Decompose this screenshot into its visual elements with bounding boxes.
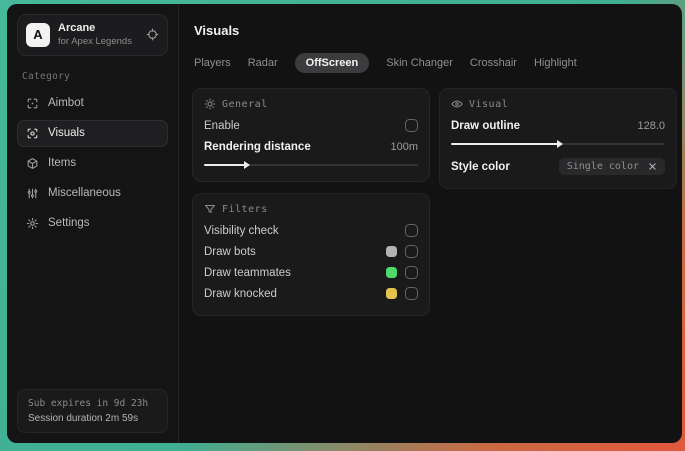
rendering-distance-value: 100m	[390, 140, 418, 153]
sidebar-item-label: Aimbot	[48, 97, 84, 110]
subscription-card: Sub expires in 9d 23h Session duration 2…	[17, 389, 168, 433]
draw-knocked-color-swatch[interactable]	[386, 288, 397, 299]
draw-outline-label: Draw outline	[451, 119, 521, 132]
rendering-distance-row: Rendering distance 100m	[204, 136, 418, 157]
sidebar-item-miscellaneous[interactable]: Miscellaneous	[17, 180, 168, 207]
draw-outline-row: Draw outline 128.0	[451, 115, 665, 136]
visibility-check-checkbox[interactable]	[405, 224, 418, 237]
visual-panel: Visual Draw outline 128.0 Style color Si…	[439, 88, 677, 189]
rendering-distance-slider[interactable]	[204, 160, 418, 170]
sidebar-nav: Aimbot Visuals Items Miscellaneous Setti…	[17, 90, 168, 237]
category-label: Category	[22, 70, 71, 82]
draw-knocked-checkbox[interactable]	[405, 287, 418, 300]
tab-players[interactable]: Players	[194, 53, 231, 73]
style-color-label: Style color	[451, 160, 510, 173]
rendering-distance-label: Rendering distance	[204, 140, 311, 153]
sun-icon	[204, 98, 216, 110]
crosshair-target-icon[interactable]	[146, 28, 159, 41]
sidebar-item-label: Settings	[48, 217, 90, 230]
general-panel-header: General	[204, 98, 418, 110]
tab-radar[interactable]: Radar	[248, 53, 278, 73]
style-color-dropdown[interactable]: Single color	[558, 158, 665, 175]
aimbot-scan-icon	[26, 97, 39, 110]
general-panel: General Enable Rendering distance 100m	[192, 88, 430, 182]
draw-bots-controls	[386, 245, 418, 258]
content-grid: General Enable Rendering distance 100m F…	[192, 88, 677, 316]
tab-offscreen[interactable]: OffScreen	[294, 53, 370, 73]
slider-thumb-arrow[interactable]	[557, 140, 563, 148]
draw-outline-value: 128.0	[637, 119, 665, 132]
eye-icon	[451, 98, 463, 110]
filters-panel-title: Filters	[222, 203, 268, 215]
sliders-icon	[26, 187, 39, 200]
draw-teammates-label: Draw teammates	[204, 266, 291, 279]
session-duration-text: Session duration 2m 59s	[28, 413, 139, 424]
page-title: Visuals	[194, 23, 240, 38]
draw-knocked-controls	[386, 287, 418, 300]
sub-expires-text: Sub expires in 9d 23h	[28, 398, 149, 409]
visibility-check-row: Visibility check	[204, 220, 418, 241]
logo-avatar: A	[26, 22, 50, 47]
slider-fill	[451, 140, 563, 148]
logo-text: Arcane for Apex Legends	[58, 22, 132, 48]
app-subtitle: for Apex Legends	[58, 35, 132, 47]
enable-label: Enable	[204, 119, 240, 132]
style-color-row: Style color Single color	[451, 156, 665, 177]
draw-knocked-label: Draw knocked	[204, 287, 277, 300]
draw-knocked-row: Draw knocked	[204, 283, 418, 304]
sidebar-item-visuals[interactable]: Visuals	[17, 119, 168, 147]
visual-panel-header: Visual	[451, 98, 665, 110]
visual-panel-title: Visual	[469, 98, 509, 110]
sidebar-item-label: Visuals	[48, 127, 85, 140]
sidebar-item-label: Miscellaneous	[48, 187, 121, 200]
sidebar-item-aimbot[interactable]: Aimbot	[17, 90, 168, 117]
style-color-selected-value: Single color	[566, 161, 639, 172]
draw-outline-slider[interactable]	[451, 139, 665, 149]
draw-teammates-row: Draw teammates	[204, 262, 418, 283]
sidebar-item-settings[interactable]: Settings	[17, 210, 168, 237]
draw-bots-checkbox[interactable]	[405, 245, 418, 258]
tab-crosshair[interactable]: Crosshair	[470, 53, 517, 73]
left-column: General Enable Rendering distance 100m F…	[192, 88, 430, 316]
filters-panel: Filters Visibility check Draw bots Draw …	[192, 193, 430, 316]
tab-bar: Players Radar OffScreen Skin Changer Cro…	[194, 53, 675, 73]
slider-thumb-arrow[interactable]	[243, 161, 250, 169]
draw-bots-row: Draw bots	[204, 241, 418, 262]
draw-bots-color-swatch[interactable]	[386, 246, 397, 257]
main-area: Visuals Players Radar OffScreen Skin Cha…	[178, 4, 682, 443]
app-title: Arcane	[58, 22, 96, 34]
draw-bots-label: Draw bots	[204, 245, 256, 258]
sidebar-item-items[interactable]: Items	[17, 150, 168, 177]
enable-checkbox[interactable]	[405, 119, 418, 132]
enable-row: Enable	[204, 115, 418, 136]
close-icon[interactable]	[648, 162, 657, 171]
funnel-icon	[204, 203, 216, 215]
app-window: A Arcane for Apex Legends Category Aimbo…	[7, 4, 682, 443]
draw-teammates-checkbox[interactable]	[405, 266, 418, 279]
general-panel-title: General	[222, 98, 268, 110]
draw-teammates-color-swatch[interactable]	[386, 267, 397, 278]
box-icon	[26, 157, 39, 170]
logo-card: A Arcane for Apex Legends	[17, 14, 168, 56]
visibility-check-label: Visibility check	[204, 224, 279, 237]
filters-panel-header: Filters	[204, 203, 418, 215]
sidebar: A Arcane for Apex Legends Category Aimbo…	[7, 4, 178, 443]
right-column: Visual Draw outline 128.0 Style color Si…	[439, 88, 677, 189]
sidebar-item-label: Items	[48, 157, 77, 170]
tab-highlight[interactable]: Highlight	[534, 53, 577, 73]
draw-teammates-controls	[386, 266, 418, 279]
eye-scan-icon	[26, 127, 39, 140]
tab-skin-changer[interactable]: Skin Changer	[386, 53, 453, 73]
slider-fill	[204, 161, 250, 169]
gear-icon	[26, 217, 39, 230]
